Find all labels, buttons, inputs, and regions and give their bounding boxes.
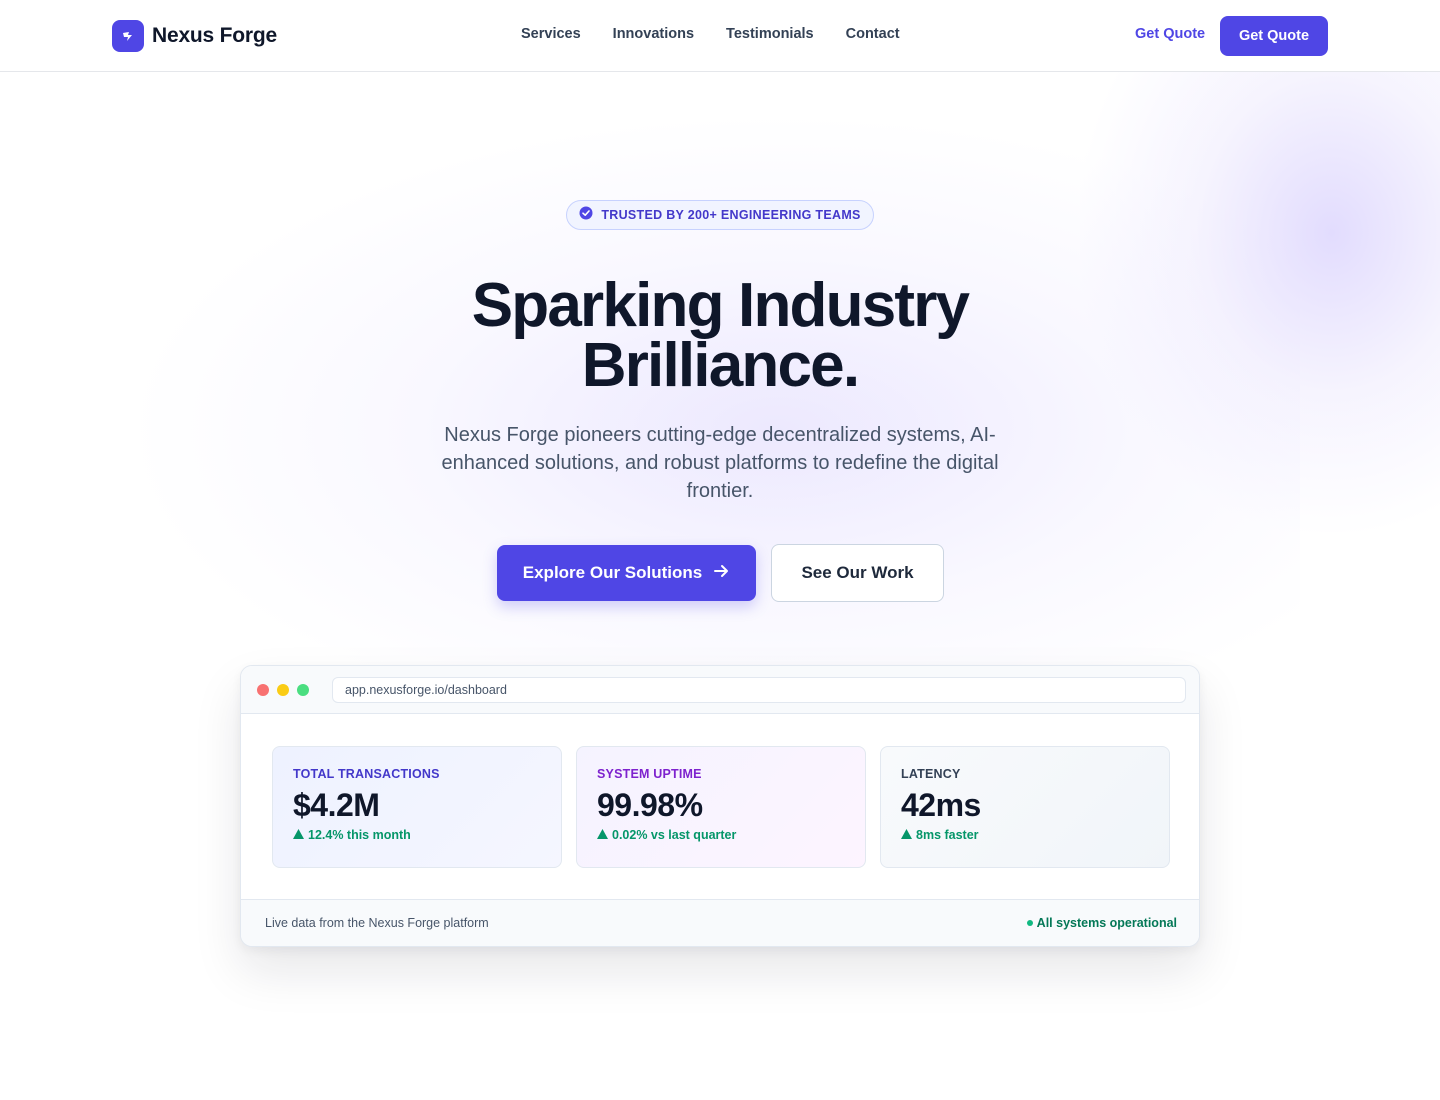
- brand-name: Nexus Forge: [152, 24, 277, 47]
- see-our-work-button[interactable]: See Our Work: [771, 544, 944, 602]
- brand-logo[interactable]: Nexus Forge: [112, 20, 277, 52]
- get-quote-link[interactable]: Get Quote: [1135, 26, 1205, 42]
- triangle-up-icon: [597, 828, 608, 842]
- url-bar: app.nexusforge.io/dashboard: [332, 677, 1186, 703]
- trust-badge: TRUSTED BY 200+ ENGINEERING TEAMS: [566, 200, 874, 230]
- metric-delta: 0.02% vs last quarter: [597, 828, 845, 842]
- explore-solutions-label: Explore Our Solutions: [522, 563, 703, 582]
- metric-value: $4.2M: [293, 787, 380, 823]
- site-header: Nexus Forge Services Innovations Testimo…: [0, 0, 1440, 72]
- headline-line-1: Sparking Industry: [471, 271, 970, 340]
- corner-background-glow: [1080, 72, 1440, 532]
- logo-bolt-icon: [112, 20, 144, 52]
- nav-testimonials[interactable]: Testimonials: [726, 26, 814, 42]
- close-dot-icon: [257, 684, 269, 696]
- metric-label: LATENCY: [901, 767, 961, 781]
- explore-solutions-button[interactable]: Explore Our Solutions: [497, 545, 756, 601]
- metric-delta-text: 0.02% vs last quarter: [612, 828, 737, 842]
- metric-label: TOTAL TRANSACTIONS: [293, 767, 440, 781]
- triangle-up-icon: [293, 828, 304, 842]
- headline-line-2: Brilliance.: [581, 331, 860, 400]
- metric-label: SYSTEM UPTIME: [597, 767, 702, 781]
- metric-card-latency: LATENCY 42ms 8ms faster: [880, 746, 1170, 868]
- window-titlebar: app.nexusforge.io/dashboard: [241, 666, 1199, 714]
- metric-delta-text: 8ms faster: [916, 828, 979, 842]
- verified-check-icon: [579, 206, 593, 225]
- metric-card-transactions: TOTAL TRANSACTIONS $4.2M 12.4% this mont…: [272, 746, 562, 868]
- triangle-up-icon: [901, 828, 912, 842]
- live-data-caption: Live data from the Nexus Forge platform: [265, 916, 489, 930]
- arrow-right-icon: [712, 562, 730, 585]
- metric-delta: 12.4% this month: [293, 828, 541, 842]
- nav-innovations[interactable]: Innovations: [613, 26, 694, 42]
- dashboard-footer: Live data from the Nexus Forge platform …: [241, 899, 1199, 946]
- nav-contact[interactable]: Contact: [846, 26, 900, 42]
- trust-badge-text: TRUSTED BY 200+ ENGINEERING TEAMS: [601, 208, 861, 222]
- system-status-text: All systems operational: [1036, 916, 1177, 930]
- metric-card-uptime: SYSTEM UPTIME 99.98% 0.02% vs last quart…: [576, 746, 866, 868]
- get-quote-button[interactable]: Get Quote: [1220, 16, 1328, 56]
- status-dot-icon: [1026, 919, 1033, 926]
- metric-delta-text: 12.4% this month: [308, 828, 411, 842]
- metric-value: 99.98%: [597, 787, 703, 823]
- maximize-dot-icon: [297, 684, 309, 696]
- main-nav: Services Innovations Testimonials Contac…: [521, 26, 900, 42]
- metric-delta: 8ms faster: [901, 828, 1149, 842]
- nav-services[interactable]: Services: [521, 26, 581, 42]
- minimize-dot-icon: [277, 684, 289, 696]
- hero-headline: Sparking Industry Brilliance.: [320, 275, 1120, 397]
- metric-value: 42ms: [901, 787, 981, 823]
- hero-subtext: Nexus Forge pioneers cutting-edge decent…: [441, 424, 999, 502]
- dashboard-preview: app.nexusforge.io/dashboard TOTAL TRANSA…: [240, 665, 1200, 947]
- system-status: All systems operational: [1026, 916, 1177, 930]
